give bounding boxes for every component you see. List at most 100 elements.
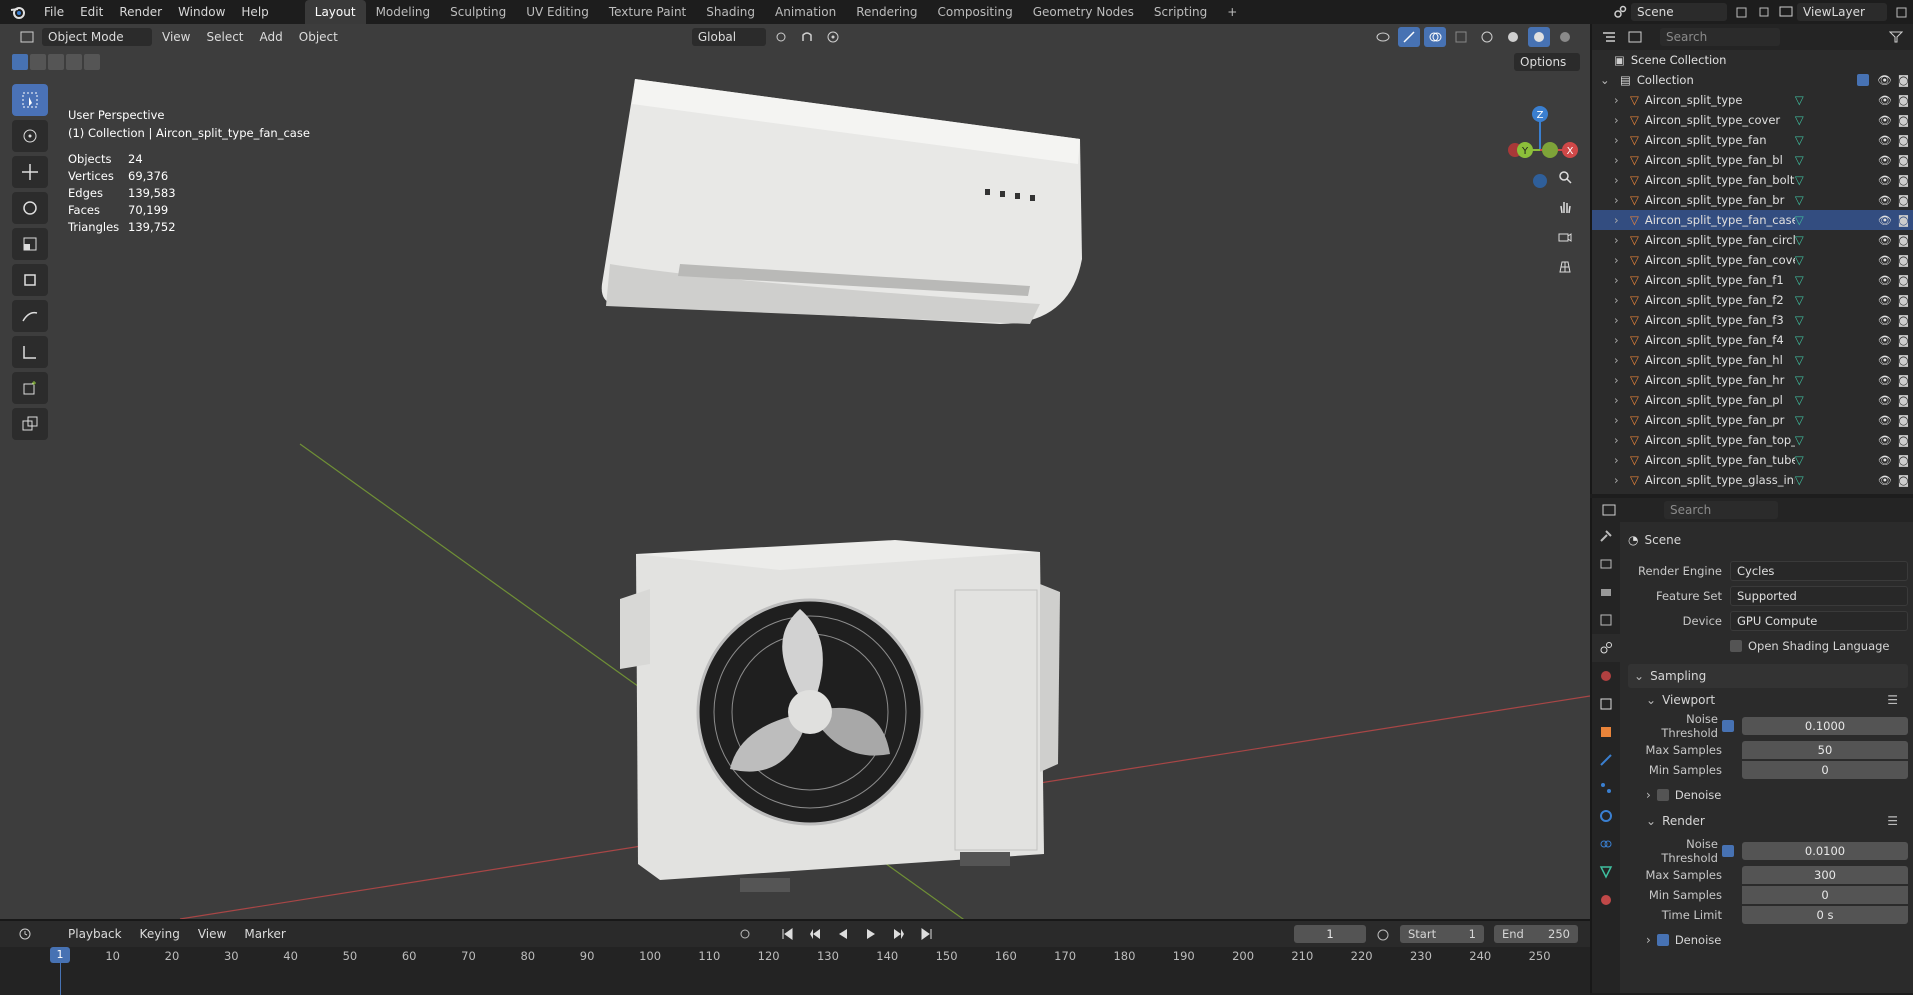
mesh-data-icon[interactable]: ▽ xyxy=(1795,473,1835,487)
mesh-data-icon[interactable]: ▽ xyxy=(1795,93,1835,107)
object-eye-icon[interactable]: 👁 xyxy=(1878,334,1892,347)
select-intersect-icon[interactable] xyxy=(84,54,100,70)
outliner-object-row[interactable]: › ▽ Aircon_split_type_fan_pl ▽ 👁 ◙ xyxy=(1592,390,1913,410)
expand-chevron-icon[interactable]: › xyxy=(1614,213,1626,227)
mesh-data-icon[interactable]: ▽ xyxy=(1795,353,1835,367)
snap-icon[interactable] xyxy=(796,27,818,47)
timeline-menu-playback[interactable]: Playback xyxy=(62,927,128,941)
object-eye-icon[interactable]: 👁 xyxy=(1878,274,1892,287)
object-eye-icon[interactable]: 👁 xyxy=(1878,374,1892,387)
new-scene-icon[interactable] xyxy=(1731,2,1753,22)
menu-window[interactable]: Window xyxy=(170,0,233,24)
object-camera-icon[interactable]: ◙ xyxy=(1898,453,1909,467)
mesh-data-icon[interactable]: ▽ xyxy=(1795,193,1835,207)
tab-compositing[interactable]: Compositing xyxy=(927,0,1022,24)
object-eye-icon[interactable]: 👁 xyxy=(1878,174,1892,187)
xray-icon[interactable] xyxy=(1450,27,1472,47)
object-eye-icon[interactable]: 👁 xyxy=(1878,414,1892,427)
tab-geometry-nodes[interactable]: Geometry Nodes xyxy=(1023,0,1144,24)
pan-hand-icon[interactable] xyxy=(1552,194,1578,220)
collection-exclude-checkbox[interactable] xyxy=(1857,74,1870,86)
object-camera-icon[interactable]: ◙ xyxy=(1898,113,1909,127)
expand-chevron-icon[interactable]: › xyxy=(1614,273,1626,287)
expand-chevron-icon[interactable]: › xyxy=(1614,233,1626,247)
object-camera-icon[interactable]: ◙ xyxy=(1898,93,1909,107)
expand-chevron-icon[interactable]: › xyxy=(1614,473,1626,487)
jump-end-icon[interactable] xyxy=(916,924,938,944)
tab-layout[interactable]: Layout xyxy=(304,0,366,24)
r-denoise-checkbox[interactable] xyxy=(1656,934,1669,946)
expand-chevron-icon[interactable]: › xyxy=(1614,193,1626,207)
object-camera-icon[interactable]: ◙ xyxy=(1898,193,1909,207)
mesh-data-icon[interactable]: ▽ xyxy=(1795,113,1835,127)
render-engine-dropdown[interactable]: Cycles xyxy=(1730,560,1908,581)
object-eye-icon[interactable]: 👁 xyxy=(1878,354,1892,367)
transform-orientation-dropdown[interactable]: Global xyxy=(691,28,766,46)
viewport-menu-object[interactable]: Object xyxy=(293,30,344,44)
scene-collection-row[interactable]: ▣ Scene Collection xyxy=(1592,50,1913,70)
timeline-menu-view[interactable]: View xyxy=(192,927,232,941)
pivot-icon[interactable] xyxy=(770,27,792,47)
outliner-object-row[interactable]: › ▽ Aircon_split_type_fan ▽ 👁 ◙ xyxy=(1592,130,1913,150)
outliner-object-row[interactable]: › ▽ Aircon_split_type_fan_br ▽ 👁 ◙ xyxy=(1592,190,1913,210)
auto-keying-icon[interactable] xyxy=(734,924,756,944)
outliner-object-row[interactable]: › ▽ Aircon_split_type_fan_bl ▽ 👁 ◙ xyxy=(1592,150,1913,170)
collection-eye-icon[interactable]: 👁 xyxy=(1877,73,1892,87)
properties-editor-type-icon[interactable] xyxy=(1598,500,1620,520)
vp-denoise-checkbox[interactable] xyxy=(1656,789,1669,801)
timeline-menu-marker[interactable]: Marker xyxy=(238,927,291,941)
scene-icon[interactable] xyxy=(1609,2,1631,22)
object-mode-dropdown[interactable]: Object Mode xyxy=(42,28,152,46)
editor-type-icon[interactable] xyxy=(16,27,38,47)
mesh-data-icon[interactable]: ▽ xyxy=(1795,433,1835,447)
object-eye-icon[interactable]: 👁 xyxy=(1878,394,1892,407)
r-noise-threshold-field[interactable]: 0.0100 xyxy=(1742,842,1908,860)
outliner-object-row[interactable]: › ▽ Aircon_split_type_fan_cover ▽ 👁 ◙ xyxy=(1592,250,1913,270)
object-camera-icon[interactable]: ◙ xyxy=(1898,393,1909,407)
vp-denoise-row[interactable]: › Denoise xyxy=(1628,780,1908,810)
timeline-editor-type-icon[interactable] xyxy=(14,924,36,944)
mesh-data-icon[interactable]: ▽ xyxy=(1795,373,1835,387)
view-layer-tab-icon[interactable] xyxy=(1592,606,1620,634)
object-camera-icon[interactable]: ◙ xyxy=(1898,173,1909,187)
tab-modeling[interactable]: Modeling xyxy=(366,0,441,24)
outliner-object-row[interactable]: › ▽ Aircon_split_type_fan_top_p ▽ 👁 ◙ xyxy=(1592,430,1913,450)
output-tab-icon[interactable] xyxy=(1592,578,1620,606)
object-camera-icon[interactable]: ◙ xyxy=(1898,213,1909,227)
mesh-data-icon[interactable]: ▽ xyxy=(1795,273,1835,287)
object-eye-icon[interactable]: 👁 xyxy=(1878,154,1892,167)
expand-chevron-icon[interactable]: › xyxy=(1614,393,1626,407)
current-frame-field[interactable]: 1 xyxy=(1294,925,1366,943)
expand-chevron-icon[interactable]: › xyxy=(1614,113,1626,127)
outliner-object-row[interactable]: › ▽ Aircon_split_type_fan_case ▽ 👁 ◙ xyxy=(1592,210,1913,230)
constraints-tab-icon[interactable] xyxy=(1592,830,1620,858)
select-box-tool-icon[interactable] xyxy=(12,84,48,116)
expand-chevron-icon[interactable]: › xyxy=(1614,413,1626,427)
play-icon[interactable] xyxy=(860,924,882,944)
object-eye-icon[interactable]: 👁 xyxy=(1878,454,1892,467)
expand-chevron-icon[interactable]: › xyxy=(1614,153,1626,167)
tab-animation[interactable]: Animation xyxy=(765,0,846,24)
outliner-object-row[interactable]: › ▽ Aircon_split_type_fan_f3 ▽ 👁 ◙ xyxy=(1592,310,1913,330)
outliner-object-row[interactable]: › ▽ Aircon_split_type_fan_hr ▽ 👁 ◙ xyxy=(1592,370,1913,390)
scale-tool-icon[interactable] xyxy=(12,228,48,260)
prev-keyframe-icon[interactable] xyxy=(804,924,826,944)
proportional-edit-icon[interactable] xyxy=(822,27,844,47)
perspective-toggle-icon[interactable] xyxy=(1552,254,1578,280)
r-min-samples-field[interactable]: 0 xyxy=(1742,886,1908,904)
tab-uv-editing[interactable]: UV Editing xyxy=(516,0,599,24)
r-denoise-row[interactable]: › Denoise xyxy=(1628,925,1908,955)
mesh-data-icon[interactable]: ▽ xyxy=(1795,233,1835,247)
object-camera-icon[interactable]: ◙ xyxy=(1898,133,1909,147)
properties-search-input[interactable]: Search xyxy=(1664,501,1778,519)
outliner-search-input[interactable]: Search xyxy=(1660,28,1780,46)
vp-max-samples-field[interactable]: 50 xyxy=(1742,741,1908,759)
select-subtract-icon[interactable] xyxy=(48,54,64,70)
particles-tab-icon[interactable] xyxy=(1592,774,1620,802)
scene-tab-icon[interactable] xyxy=(1592,634,1620,662)
view-layer-icon[interactable] xyxy=(1775,2,1797,22)
rendered-shading-icon[interactable] xyxy=(1554,27,1576,47)
select-extend-icon[interactable] xyxy=(30,54,46,70)
object-eye-icon[interactable]: 👁 xyxy=(1878,194,1892,207)
expand-chevron-icon[interactable]: › xyxy=(1614,133,1626,147)
